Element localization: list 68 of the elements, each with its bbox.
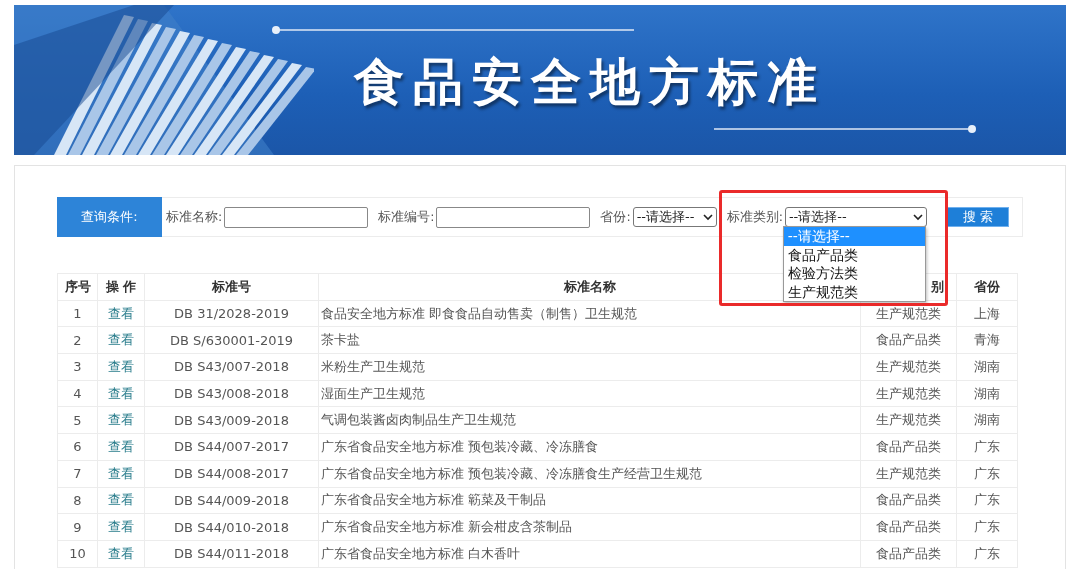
dropdown-option[interactable]: --请选择-- <box>783 227 925 246</box>
table-cell: 广东 <box>956 487 1018 514</box>
table-cell: 9 <box>57 513 98 541</box>
table-cell: 湿面生产卫生规范 <box>318 380 861 407</box>
table-cell: 4 <box>57 380 98 407</box>
table-cell: 生产规范类 <box>860 406 957 434</box>
table-cell: 米粉生产卫生规范 <box>318 353 861 381</box>
field-label: 标准类别: <box>726 208 783 226</box>
table-cell: 1 <box>57 300 98 327</box>
table-cell: 8 <box>57 487 98 514</box>
table-cell: 食品产品类 <box>860 326 957 354</box>
table-cell: 6 <box>57 433 98 461</box>
table-cell: 广东 <box>956 540 1018 568</box>
table-cell: 生产规范类 <box>860 353 957 381</box>
table-cell: 湖南 <box>956 353 1018 381</box>
table-cell: DB S43/009-2018 <box>144 406 319 434</box>
table-cell: 茶卡盐 <box>318 326 861 354</box>
chevron-down-icon <box>702 213 713 221</box>
table-cell: 广东省食品安全地方标准 预包装冷藏、冷冻膳食 <box>318 433 861 461</box>
table-cell: DB S44/008-2017 <box>144 460 319 487</box>
table-cell: 2 <box>57 326 98 354</box>
table-cell: 生产规范类 <box>860 460 957 487</box>
table-cell: 湖南 <box>956 406 1018 434</box>
table-cell: 广东省食品安全地方标准 簕菜及干制品 <box>318 487 861 514</box>
table-cell: 青海 <box>956 326 1018 354</box>
table-cell: 湖南 <box>956 380 1018 407</box>
table-cell: 3 <box>57 353 98 381</box>
table-cell: 广东 <box>956 460 1018 487</box>
dropdown-select[interactable]: --请选择-- <box>632 207 717 227</box>
table-cell: DB S43/007-2018 <box>144 353 319 381</box>
table-cell: 食品产品类 <box>860 540 957 568</box>
table-cell: 气调包装酱卤肉制品生产卫生规范 <box>318 406 861 434</box>
table-cell: 食品产品类 <box>860 487 957 514</box>
field-label: 标准名称: <box>166 208 223 226</box>
table-cell: 广东省食品安全地方标准 新会柑皮含茶制品 <box>318 513 861 541</box>
banner-title: 食品安全地方标准 <box>354 51 826 113</box>
table-cell: DB S44/007-2017 <box>144 433 319 461</box>
table-cell: DB S/630001-2019 <box>144 326 319 354</box>
table-cell: 广东 <box>956 433 1018 461</box>
column-header: 标准号 <box>144 273 319 301</box>
dropdown-option[interactable]: 食品产品类 <box>783 245 925 264</box>
table-cell: DB 31/2028-2019 <box>144 300 319 327</box>
table-cell: 食品安全地方标准 即食食品自动售卖（制售）卫生规范 <box>318 300 861 327</box>
table-cell: 食品产品类 <box>860 513 957 541</box>
column-header: 省份 <box>956 273 1018 301</box>
column-header: 序号 <box>57 273 98 301</box>
table-cell: DB S43/008-2018 <box>144 380 319 407</box>
table-cell: 食品产品类 <box>860 433 957 461</box>
table-cell: DB S44/010-2018 <box>144 513 319 541</box>
query-label: 查询条件: <box>57 197 162 237</box>
table-cell: 7 <box>57 460 98 487</box>
chevron-down-icon <box>912 213 923 221</box>
dropdown-select[interactable]: --请选择-- <box>784 207 927 227</box>
text-input[interactable] <box>436 206 591 228</box>
table-cell: 10 <box>57 540 98 568</box>
search-button[interactable]: 搜 索 <box>946 207 1009 227</box>
table-cell: 广东 <box>956 513 1018 541</box>
table-cell: DB S44/009-2018 <box>144 487 319 514</box>
field-label: 省份: <box>600 208 631 226</box>
table-cell: DB S44/011-2018 <box>144 540 319 568</box>
table-cell: 5 <box>57 406 98 434</box>
table-cell: 上海 <box>956 300 1018 327</box>
field-label: 标准编号: <box>378 208 435 226</box>
table-cell: 广东省食品安全地方标准 预包装冷藏、冷冻膳食生产经营卫生规范 <box>318 460 861 487</box>
column-header: 操 作 <box>97 273 145 301</box>
text-input[interactable] <box>224 206 369 228</box>
table-cell: 广东省食品安全地方标准 白木香叶 <box>318 540 861 568</box>
table-cell: 生产规范类 <box>860 380 957 407</box>
